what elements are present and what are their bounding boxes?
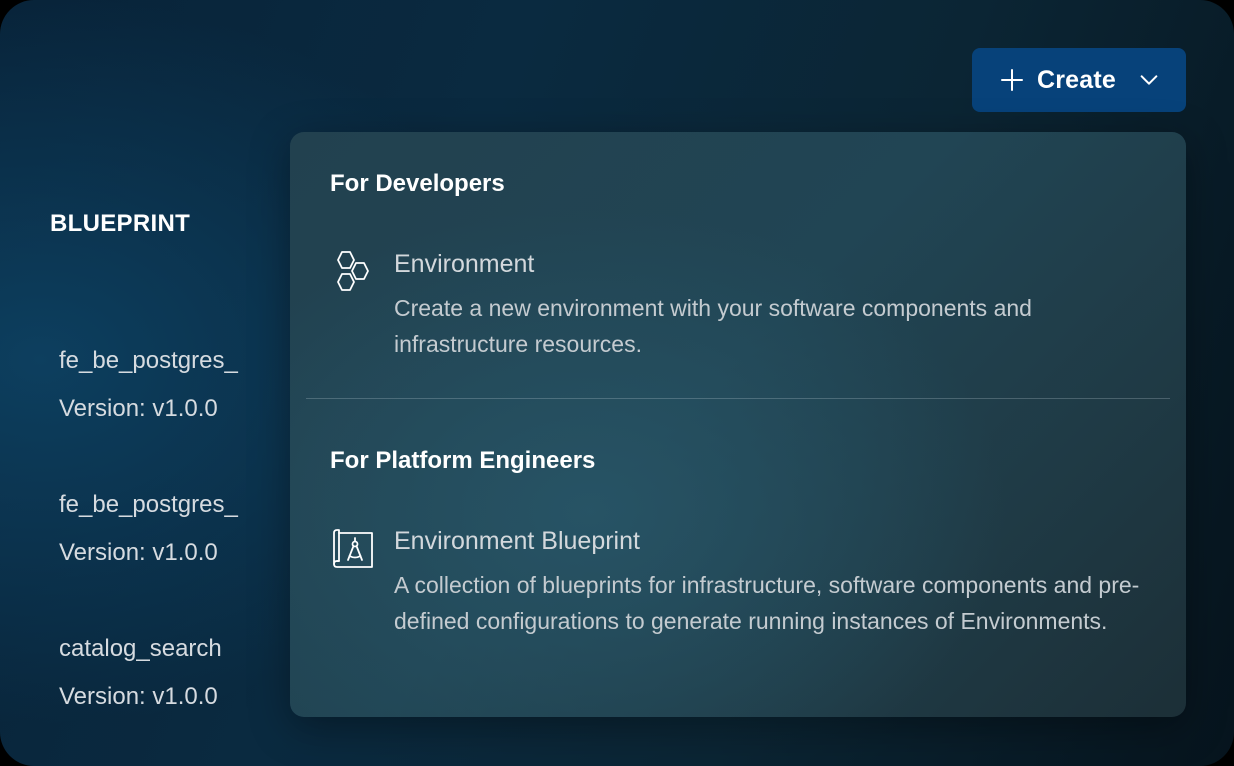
- section-title-platform-engineers: For Platform Engineers: [330, 447, 596, 474]
- blueprint-list-item[interactable]: catalog_search Version: v1.0.0: [59, 634, 279, 712]
- blueprint-icon: [333, 529, 373, 568]
- menu-divider: [306, 398, 1170, 399]
- menu-item-title: Environment: [394, 250, 535, 278]
- blueprint-list-item[interactable]: fe_be_postgres_ Version: v1.0.0: [59, 490, 279, 568]
- blueprint-name: catalog_search: [59, 635, 222, 662]
- blueprint-name: fe_be_postgres_: [59, 491, 238, 518]
- menu-item-description: Create a new environment with your softw…: [394, 295, 1032, 357]
- create-button[interactable]: Create: [972, 48, 1186, 112]
- blueprint-list-item[interactable]: fe_be_postgres_ Version: v1.0.0: [59, 346, 279, 424]
- plus-icon: [1001, 69, 1023, 91]
- create-dropdown-menu: For Developers Environment Create a new …: [290, 132, 1186, 717]
- menu-item-title: Environment Blueprint: [394, 527, 640, 555]
- blueprint-name: fe_be_postgres_: [59, 347, 238, 374]
- chevron-down-icon[interactable]: [1138, 69, 1160, 91]
- hexagons-icon: [337, 251, 369, 291]
- menu-item-environment-blueprint[interactable]: Environment Blueprint A collection of bl…: [330, 525, 1150, 675]
- blueprint-column-heading: BLUEPRINT: [50, 210, 191, 237]
- blueprint-version: Version: v1.0.0: [59, 539, 218, 566]
- menu-item-environment[interactable]: Environment Create a new environment wit…: [330, 248, 1150, 368]
- create-button-label: Create: [1037, 65, 1117, 94]
- blueprint-version: Version: v1.0.0: [59, 395, 218, 422]
- section-title-developers: For Developers: [330, 170, 505, 197]
- app-window: Create BLUEPRINT fe_be_postgres_ Version…: [0, 0, 1234, 766]
- blueprint-version: Version: v1.0.0: [59, 683, 218, 710]
- menu-item-description: A collection of blueprints for infrastru…: [394, 572, 1140, 634]
